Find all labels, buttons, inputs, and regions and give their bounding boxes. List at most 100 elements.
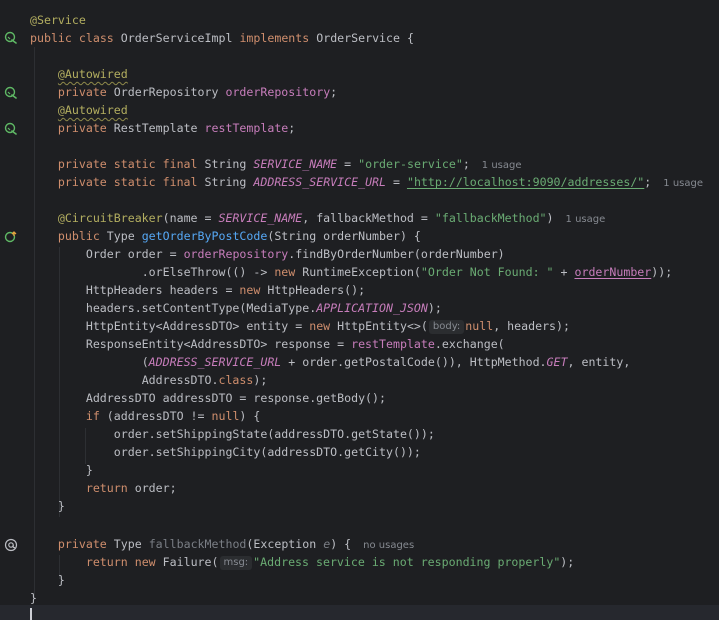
service-annotation: @Service	[30, 13, 86, 27]
code-line: AddressDTO.class);	[30, 371, 268, 389]
param-hint: body:	[428, 320, 465, 334]
type-name: Type	[113, 537, 142, 551]
code-line: AddressDTO addressDTO = response.getBody…	[30, 389, 386, 407]
code-area[interactable]: @Service public class OrderServiceImpl i…	[0, 0, 719, 620]
code-line: private static final String ADDRESS_SERV…	[57, 175, 703, 189]
field-name: restTemplate	[204, 121, 289, 135]
brace: }	[30, 591, 37, 605]
keyword: if	[85, 409, 100, 423]
field-name: orderRepository	[225, 85, 331, 99]
keyword: private static final	[57, 157, 198, 171]
statement: RuntimeException(	[295, 265, 421, 279]
code-line: private Type fallbackMethod(Exception e)…	[30, 535, 414, 553]
statement: Failure(	[155, 555, 219, 569]
paren: );	[427, 301, 442, 315]
statement: AddressDTO.	[141, 373, 219, 387]
keyword: private	[57, 537, 107, 551]
usage-hint[interactable]: 1 usage	[663, 178, 703, 189]
statement: HttpEntity<AddressDTO> entity =	[85, 319, 310, 333]
brace: }	[57, 573, 65, 587]
statement: , entity,	[567, 355, 631, 369]
code-editor[interactable]: @Service public class OrderServiceImpl i…	[0, 0, 719, 620]
method-name: getOrderByPostCode	[141, 229, 268, 243]
keyword: class	[218, 373, 254, 387]
type-name: String	[204, 157, 247, 171]
usage-hint[interactable]: 1 usage	[566, 214, 606, 225]
captured-param: orderNumber	[574, 265, 652, 279]
keyword: class	[78, 31, 114, 45]
code-line: ResponseEntity<AddressDTO> response = re…	[30, 335, 505, 353]
code-line: order.setShippingCity(addressDTO.getCity…	[30, 443, 421, 461]
string-literal: "Order Not Found: "	[420, 265, 554, 279]
field-name: restTemplate	[351, 337, 435, 351]
constant-name: APPLICATION_JSON	[316, 301, 428, 315]
keyword: return	[85, 555, 128, 569]
statement: AddressDTO addressDTO = response.getBody…	[85, 391, 386, 405]
code-line: Order order = orderRepository.findByOrde…	[30, 245, 505, 263]
keyword: private	[57, 121, 107, 135]
brace: }	[85, 463, 93, 477]
brace: }	[57, 499, 65, 513]
keyword: new	[239, 283, 261, 297]
code-line: }	[30, 461, 93, 479]
code-line: @Autowired	[30, 101, 128, 119]
statement: (addressDTO !=	[99, 409, 212, 423]
constant-name: ADDRESS_SERVICE_URL	[253, 175, 387, 189]
param-hint: msg:	[219, 556, 253, 570]
type-name: String	[204, 175, 247, 189]
code-line: headers.setContentType(MediaType.APPLICA…	[30, 299, 442, 317]
paren: )	[546, 211, 554, 225]
keyword: new	[274, 265, 296, 279]
string-literal: "order-service"	[358, 157, 463, 171]
code-line: }	[30, 571, 65, 589]
paren: (	[141, 355, 149, 369]
operator: +	[553, 265, 575, 279]
keyword: public	[57, 229, 100, 243]
statement: + order.getPostalCode()), HttpMethod.	[281, 355, 547, 369]
code-line: @Autowired	[30, 65, 128, 83]
statement: HttpHeaders();	[260, 283, 366, 297]
paren: );	[560, 555, 575, 569]
code-line: private static final String SERVICE_NAME…	[57, 157, 522, 171]
class-name: OrderServiceImpl	[120, 31, 233, 45]
text-caret	[30, 608, 32, 620]
paren: ));	[651, 265, 673, 279]
constant-name: SERVICE_NAME	[253, 157, 338, 171]
statement: (Exception	[246, 537, 324, 551]
code-line: .orElseThrow(() -> new RuntimeException(…	[30, 263, 673, 281]
usage-hint[interactable]: 1 usage	[482, 160, 522, 171]
keyword: new	[134, 555, 156, 569]
constant-name: SERVICE_NAME	[218, 211, 303, 225]
statement: .exchange(	[434, 337, 505, 351]
method-params: (String orderNumber) {	[267, 229, 421, 243]
statement: order.setShippingCity(addressDTO.getCity…	[113, 445, 421, 459]
keyword: private	[57, 85, 107, 99]
statement: Order order =	[85, 247, 184, 261]
url-string-literal[interactable]: "http://localhost:9090/addresses/"	[407, 175, 644, 189]
usage-hint[interactable]: no usages	[363, 540, 414, 551]
statement: ResponseEntity<AddressDTO> response =	[85, 337, 352, 351]
autowired-annotation: @Autowired	[57, 103, 128, 117]
statement: .orElseThrow(() ->	[141, 265, 275, 279]
string-literal: "fallbackMethod"	[434, 211, 547, 225]
type-name: Type	[106, 229, 135, 243]
constant-name: GET	[546, 355, 568, 369]
statement: HttpHeaders headers =	[85, 283, 240, 297]
keyword: public	[30, 31, 72, 45]
current-line[interactable]	[0, 605, 719, 620]
keyword: private static final	[57, 175, 198, 189]
type-name: OrderRepository	[113, 85, 219, 99]
code-line: order.setShippingState(addressDTO.getSta…	[30, 425, 435, 443]
statement: order.setShippingState(addressDTO.getSta…	[113, 427, 435, 441]
code-line: return new Failure(msg: "Address service …	[30, 553, 574, 571]
statement: .findByOrderNumber(orderNumber)	[288, 247, 505, 261]
code-line: public class OrderServiceImpl implements…	[30, 29, 414, 47]
statement: order;	[127, 481, 177, 495]
keyword: new	[309, 319, 331, 333]
code-line: private RestTemplate restTemplate;	[57, 121, 296, 135]
code-line: }	[30, 497, 65, 515]
code-line: private OrderRepository orderRepository;	[57, 85, 338, 99]
statement: , headers);	[493, 319, 570, 333]
autowired-annotation: @Autowired	[57, 67, 128, 81]
code-line: @CircuitBreaker(name = SERVICE_NAME, fal…	[30, 209, 605, 227]
